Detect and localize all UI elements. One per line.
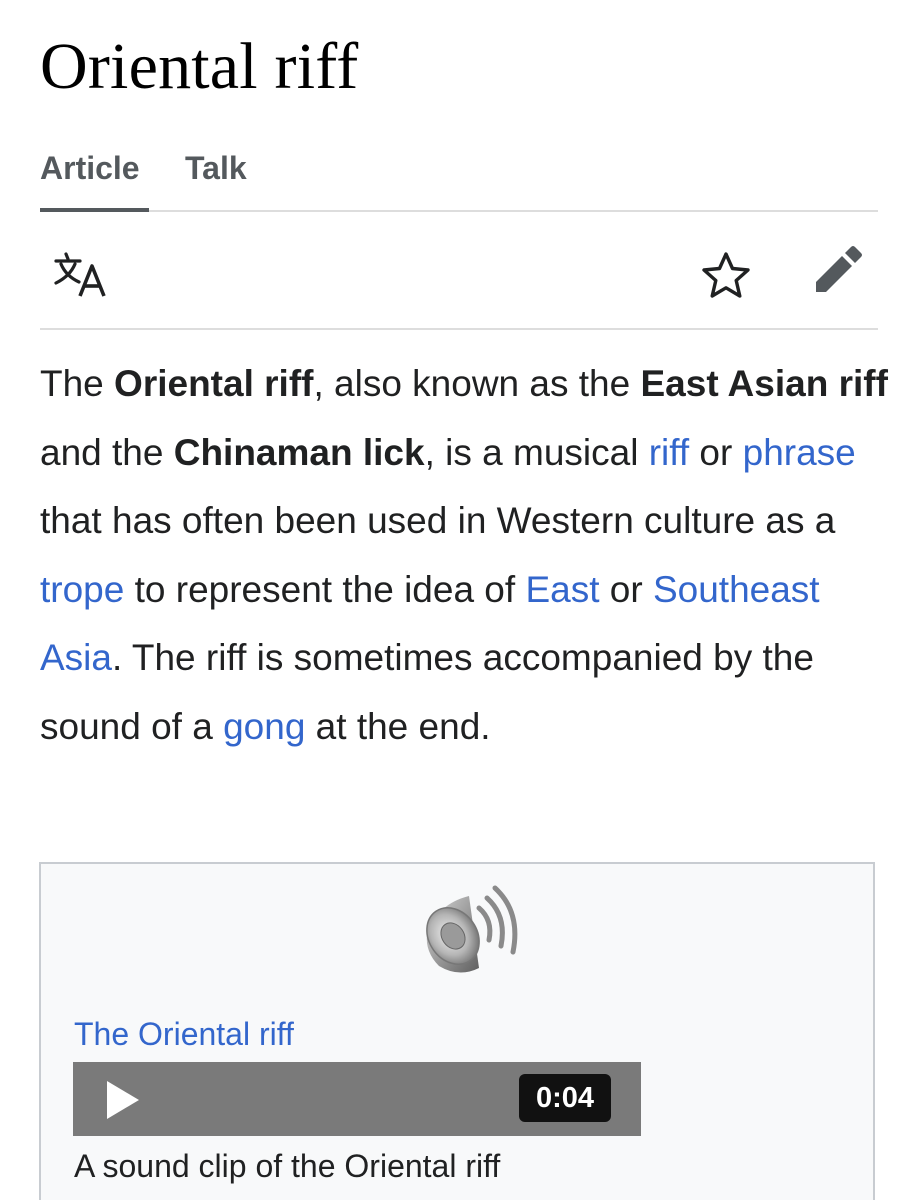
lead-paragraph: The Oriental riff, also known as the Eas… (40, 350, 890, 761)
duration-badge: 0:04 (519, 1074, 611, 1122)
media-caption: A sound clip of the Oriental riff (74, 1148, 501, 1184)
tab-talk[interactable]: Talk (185, 148, 247, 188)
audio-player[interactable]: 0:04 (73, 1062, 641, 1136)
link-trope[interactable]: trope (40, 569, 124, 610)
link-east[interactable]: East (525, 569, 599, 610)
lead-text: and the (40, 431, 174, 473)
page-actions-toolbar (40, 212, 878, 330)
page-tabs: Article Talk (40, 140, 878, 212)
language-icon[interactable] (52, 250, 110, 298)
edit-pencil-icon[interactable] (812, 244, 864, 296)
page-title: Oriental riff (40, 30, 359, 103)
lead-text: or (599, 568, 653, 610)
lead-text: at the end. (305, 705, 491, 747)
play-icon[interactable] (105, 1079, 141, 1121)
lead-text: , also known as the (313, 363, 641, 404)
audio-media-box: The Oriental riff 0:04 A sound clip of t… (39, 862, 875, 1200)
speaker-icon (419, 882, 523, 982)
lead-text: that has often been used in Western cult… (40, 500, 836, 541)
lead-text: to represent the idea of (124, 568, 526, 610)
lead-text: , is a musical (424, 431, 649, 473)
link-gong[interactable]: gong (223, 706, 305, 747)
lead-text: or (689, 431, 743, 473)
lead-bold-term: Chinaman lick (173, 431, 425, 473)
lead-text: The (40, 363, 115, 404)
star-icon[interactable] (700, 250, 752, 302)
lead-bold-term: Oriental riff (114, 363, 314, 404)
media-title-link[interactable]: The Oriental riff (74, 1014, 294, 1054)
link-phrase[interactable]: phrase (743, 432, 856, 473)
lead-bold-term: East Asian riff (640, 363, 888, 404)
tab-article[interactable]: Article (40, 148, 140, 188)
link-riff[interactable]: riff (649, 432, 689, 473)
